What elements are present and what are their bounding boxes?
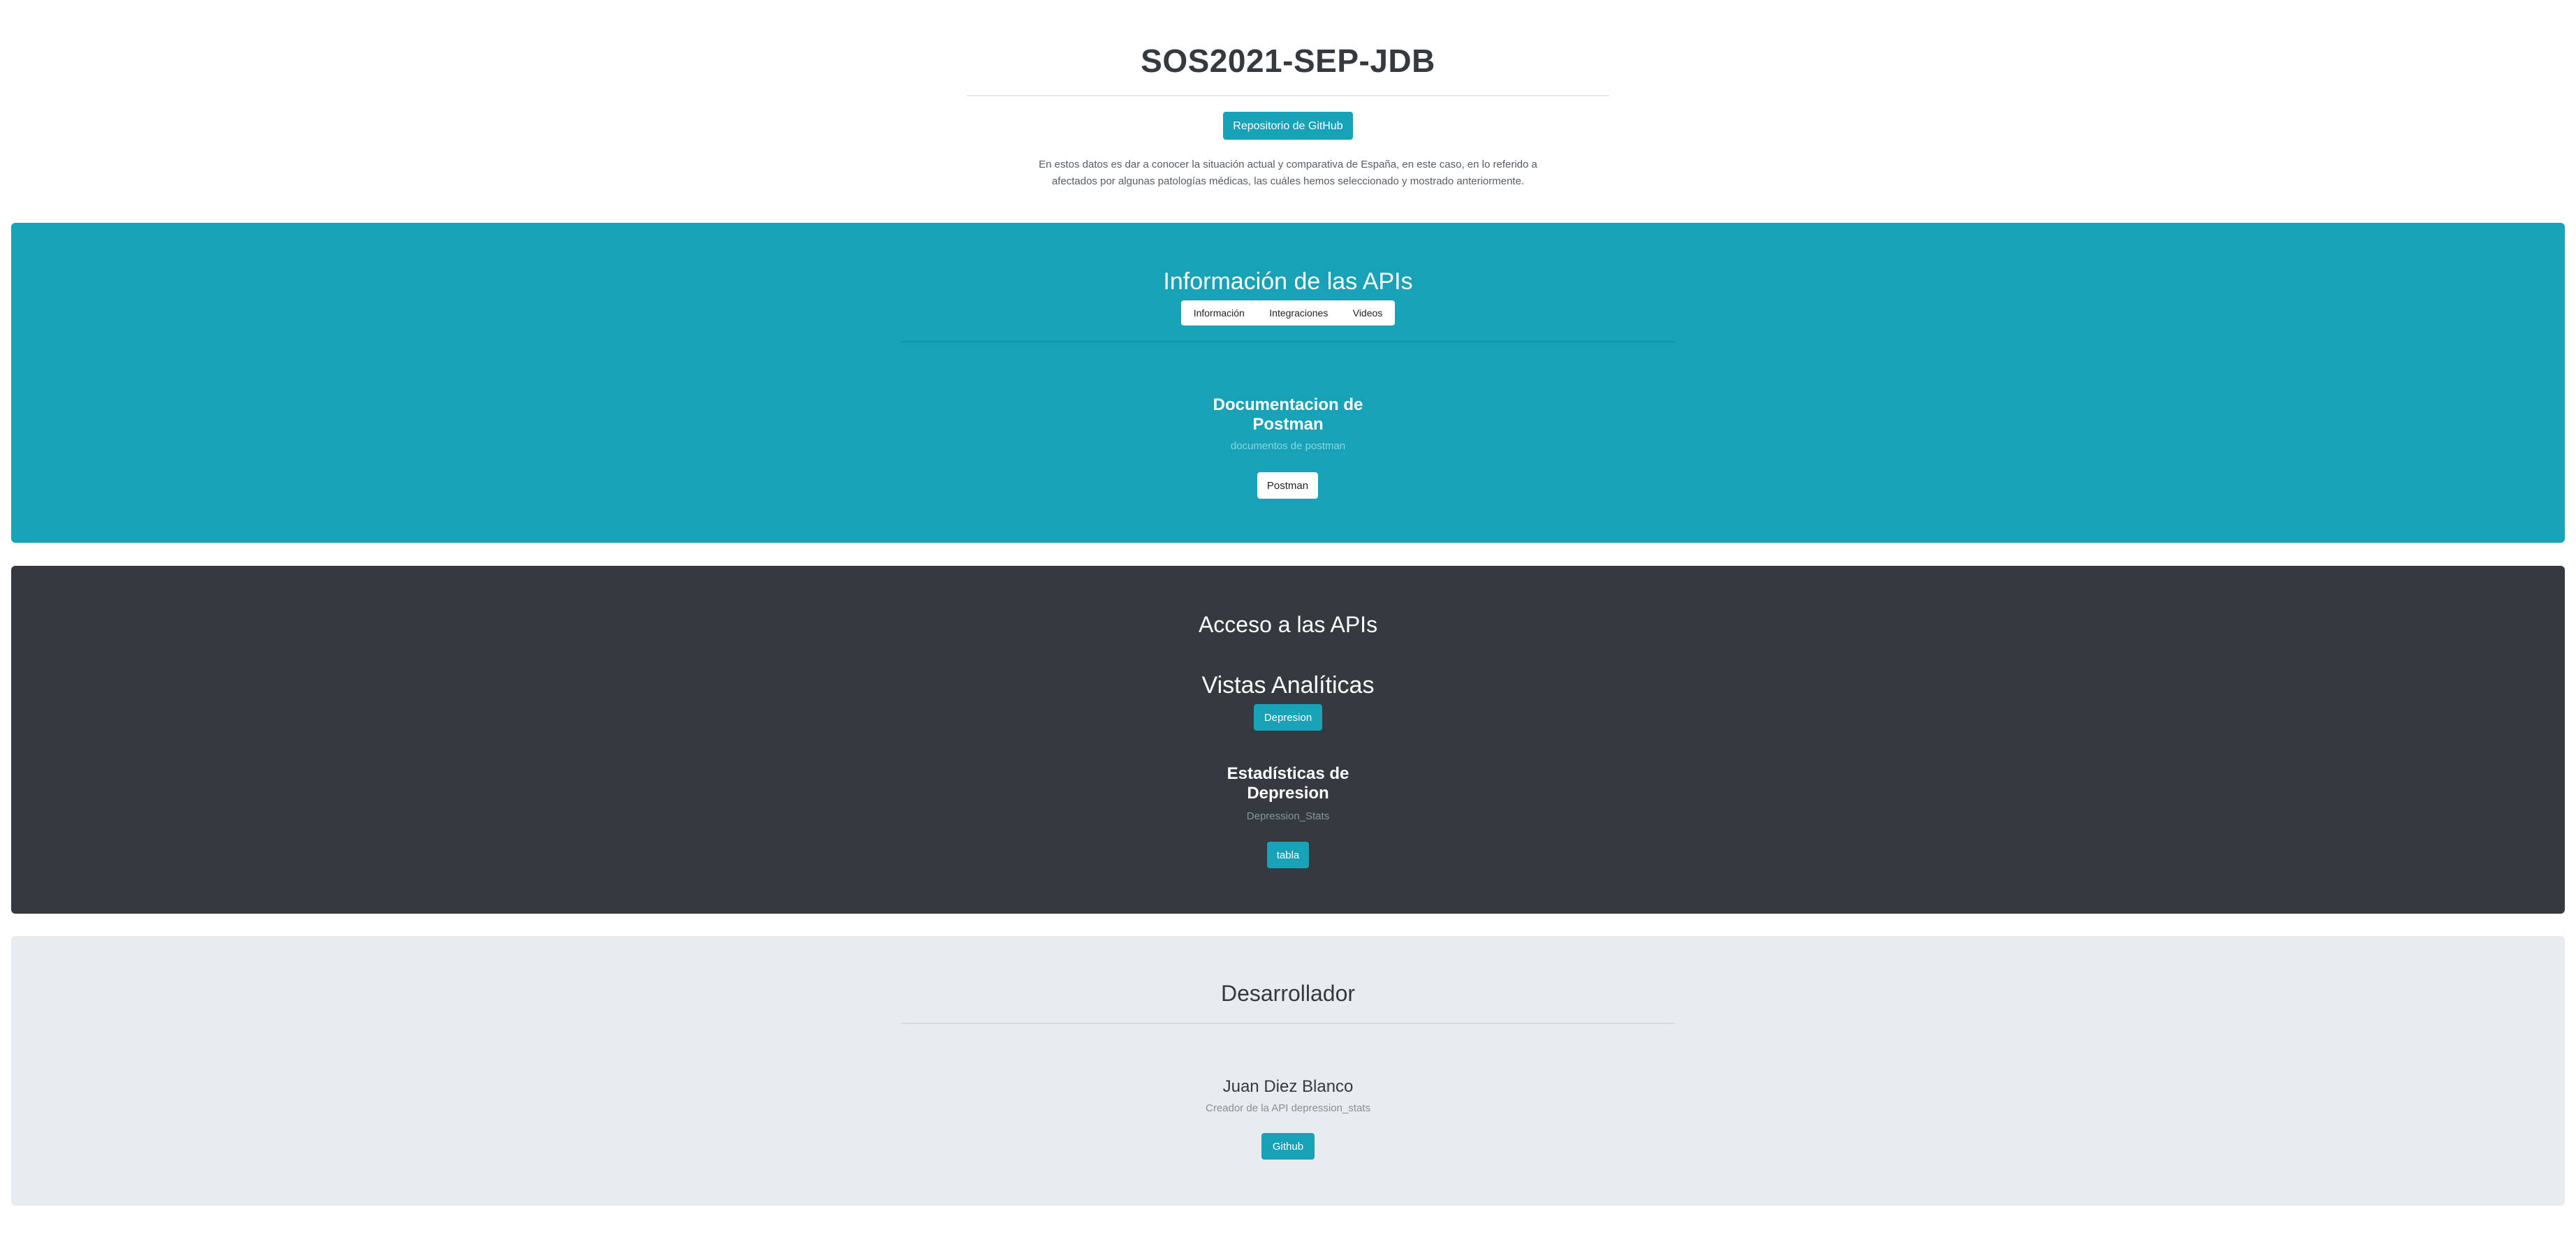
developer-github-button[interactable]: Github (1261, 1133, 1315, 1160)
developer-divider (901, 1023, 1675, 1024)
postman-title-line-2: Postman (1252, 415, 1324, 434)
tab-videos[interactable]: Videos (1349, 307, 1387, 319)
tabla-button[interactable]: tabla (1267, 842, 1309, 868)
developer-heading: Desarrollador (1220, 981, 1356, 1006)
tab-integraciones[interactable]: Integraciones (1265, 307, 1332, 319)
intro-text: En estos datos es dar a conocer la situa… (1009, 156, 1567, 190)
github-repo-button[interactable]: Repositorio de GitHub (1223, 112, 1353, 140)
intro-line-2: afectados por algunas patologías médicas… (1051, 175, 1525, 187)
depression-stats-card-title: Estadísticas de Depresion (0, 764, 2576, 803)
stats-title-line-1: Estadísticas de (1227, 764, 1349, 783)
developer-panel (11, 936, 2565, 1206)
analytics-views-heading: Vistas Analíticas (1201, 672, 1375, 699)
intro-line-1: En estos datos es dar a conocer la situa… (1039, 159, 1537, 170)
api-access-heading: Acceso a las APIs (1198, 612, 1378, 637)
developer-name: Juan Diez Blanco (1222, 1077, 1354, 1096)
depresion-analytics-button[interactable]: Depresion (1254, 704, 1322, 731)
api-info-heading: Información de las APIs (1163, 268, 1413, 295)
developer-role: Creador de la API depression_stats (1206, 1102, 1370, 1114)
depression-stats-card-subtitle: Depression_Stats (1246, 810, 1330, 822)
api-info-tabs: Información Integraciones Videos (1181, 300, 1395, 326)
api-info-divider (901, 341, 1675, 342)
title-divider (967, 95, 1609, 96)
tab-informacion[interactable]: Información (1190, 307, 1249, 319)
postman-card-title: Documentacion de Postman (0, 395, 2576, 434)
postman-card-subtitle: documentos de postman (1230, 440, 1346, 452)
stats-title-line-2: Depresion (1247, 784, 1329, 803)
page-title: SOS2021-SEP-JDB (1141, 43, 1435, 79)
postman-button[interactable]: Postman (1257, 472, 1318, 499)
postman-title-line-1: Documentacion de (1213, 395, 1363, 414)
